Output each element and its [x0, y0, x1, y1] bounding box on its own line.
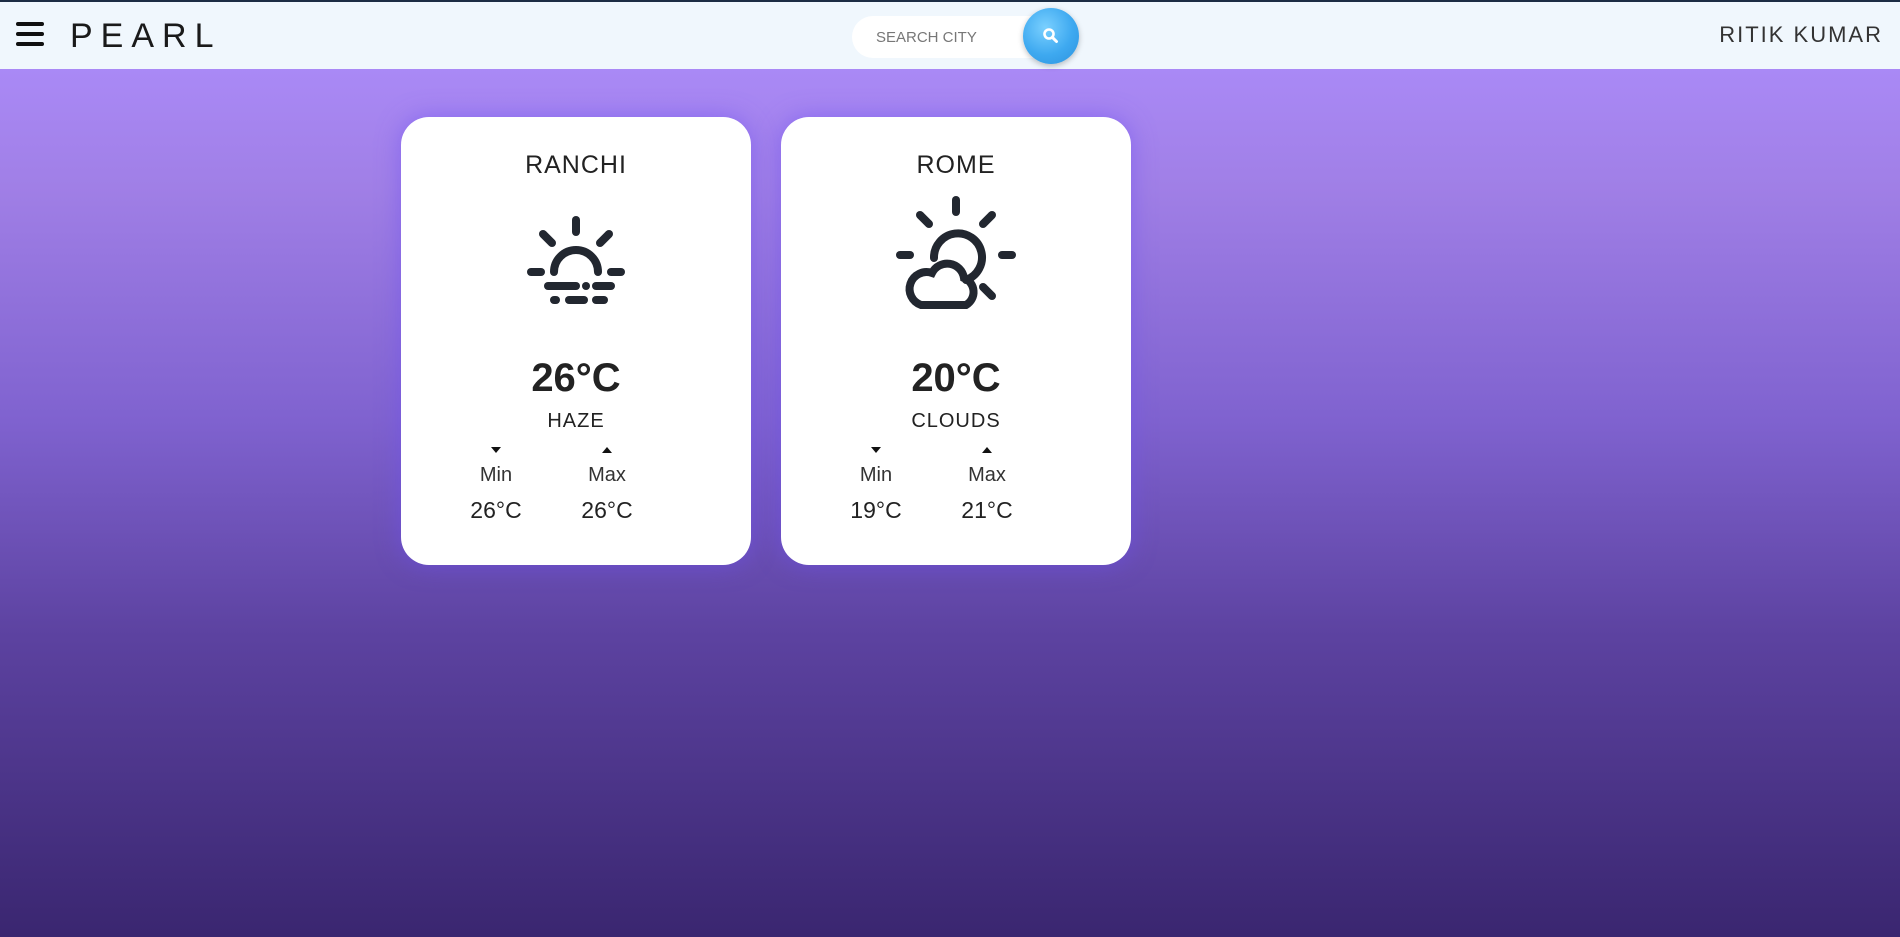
min-label: Min [859, 464, 893, 486]
city-name: ROME [916, 151, 996, 179]
caret-down-icon [871, 447, 881, 453]
max-value: 26°C [581, 497, 633, 523]
min-value: 26°C [470, 497, 522, 523]
min-temperature-group: Min 19°C [836, 447, 916, 523]
top-navbar: PEARL RITIK KUMAR [0, 0, 1900, 69]
caret-up-icon [982, 447, 992, 453]
city-name: RANCHI [525, 151, 627, 179]
haze-icon [527, 216, 625, 304]
search-input[interactable] [852, 16, 1022, 58]
cloudy-sun-icon [896, 196, 1016, 309]
hamburger-menu-icon[interactable] [16, 22, 44, 46]
max-temperature-group: Max 26°C [567, 447, 647, 523]
brand-logo[interactable]: PEARL [70, 16, 222, 56]
max-value: 21°C [961, 497, 1013, 523]
weather-card[interactable]: ROME 20°C CLOUDS Min 19°C Max 21°C [781, 117, 1131, 565]
min-temperature-group: Min 26°C [456, 447, 536, 523]
weather-condition: HAZE [547, 410, 605, 432]
search-icon [1043, 28, 1058, 43]
temperature: 26°C [531, 356, 621, 400]
min-value: 19°C [850, 497, 902, 523]
caret-down-icon [491, 447, 501, 453]
max-label: Max [968, 464, 1006, 486]
temperature: 20°C [911, 356, 1001, 400]
max-label: Max [588, 464, 626, 486]
search-button[interactable] [1023, 8, 1079, 64]
caret-up-icon [602, 447, 612, 453]
user-name[interactable]: RITIK KUMAR [1719, 22, 1883, 48]
weather-card[interactable]: RANCHI 26°C HAZE Min 26°C Max 26°C [401, 117, 751, 565]
max-temperature-group: Max 21°C [947, 447, 1027, 523]
weather-condition: CLOUDS [911, 410, 1001, 432]
min-label: Min [479, 464, 513, 486]
